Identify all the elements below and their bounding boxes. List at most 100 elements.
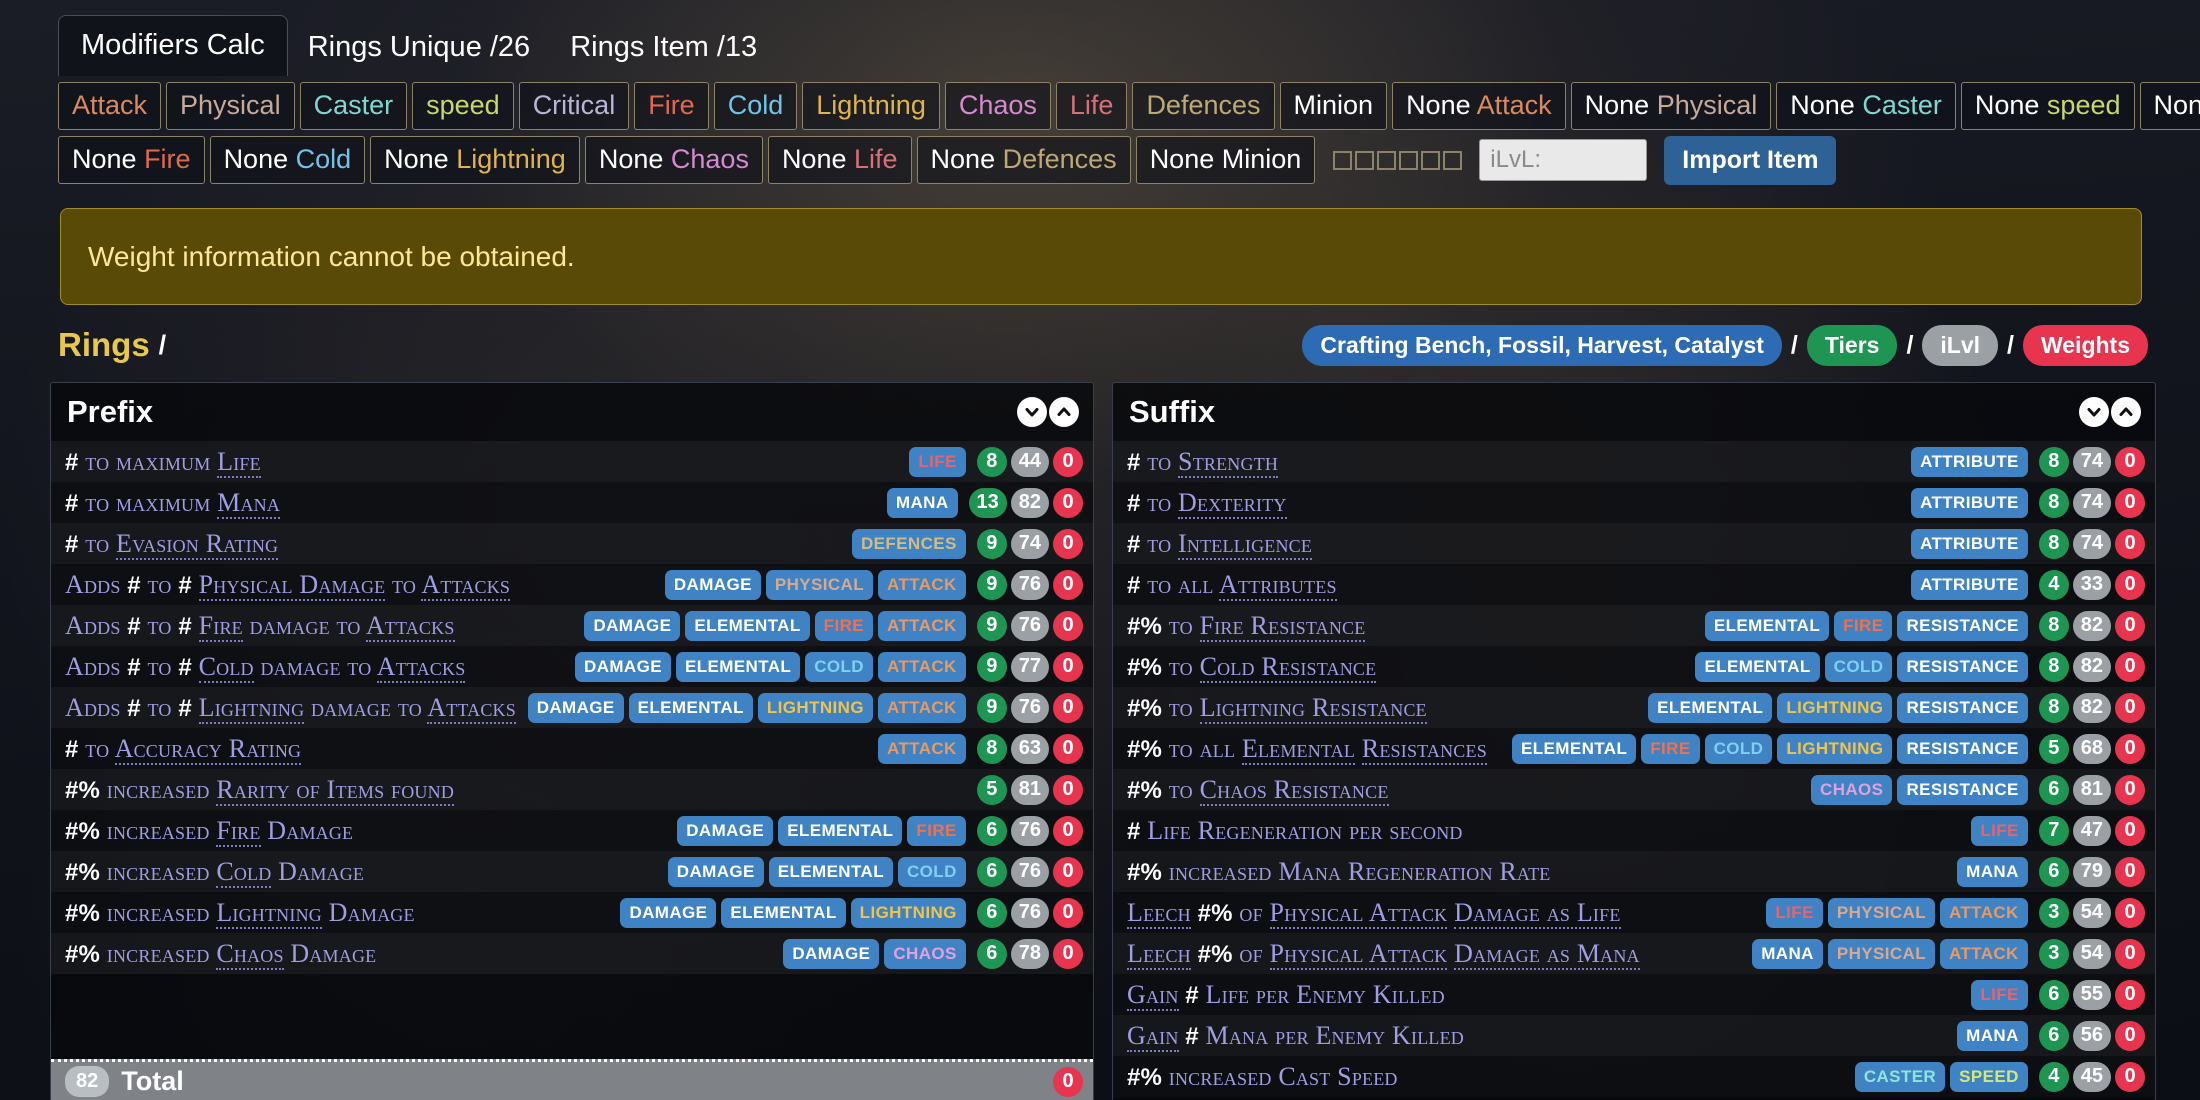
prefix-row[interactable]: Adds # to # Physical Damage to Attacks DA… [51,564,1093,605]
filter-button-7[interactable]: Lightning [802,82,940,130]
tag-attack[interactable]: ATTACK [877,692,966,723]
tag-chaos[interactable]: CHAOS [1811,774,1893,805]
tag-mana[interactable]: MANA [1957,856,2028,887]
tag-physical[interactable]: PHYSICAL [1827,897,1935,928]
tag-cold[interactable]: COLD [1704,733,1773,764]
tag-resistance[interactable]: RESISTANCE [1897,610,2028,641]
tag-fire[interactable]: FIRE [814,610,873,641]
tier-checkbox-4[interactable] [1421,150,1441,170]
tier-checkbox-2[interactable] [1377,150,1397,170]
header-pill-0[interactable]: Crafting Bench, Fossil, Harvest, Catalys… [1302,324,1782,366]
tag-damage[interactable]: DAMAGE [620,897,717,928]
suffix-row[interactable]: #% increased Cast Speed CASTER SPEED 4 45 0 [1113,1056,2155,1097]
filter-none-button-1[interactable]: None Cold [209,136,366,185]
filter-button-9[interactable]: Life [1055,82,1128,130]
tag-attribute[interactable]: ATTRIBUTE [1911,528,2028,559]
filter-button-1[interactable]: Physical [166,82,295,130]
prefix-row[interactable]: #% increased Lightning Damage DAMAGE ELEME… [51,892,1093,933]
tag-attribute[interactable]: ATTRIBUTE [1911,487,2028,518]
tag-lightning[interactable]: LIGHTNING [1777,733,1893,764]
ilvl-input[interactable] [1479,139,1648,182]
filter-none-button-4[interactable]: None Life [767,136,912,185]
filter-button-6[interactable]: Cold [713,82,798,130]
tag-cold[interactable]: COLD [805,651,873,682]
filter-button-12[interactable]: None Attack [1392,82,1566,130]
filter-button-16[interactable]: None Critical [2139,82,2200,130]
prefix-row[interactable]: # to maximum Life LIFE 8 44 0 [51,441,1093,482]
tier-checkbox-3[interactable] [1399,150,1419,170]
tag-resistance[interactable]: RESISTANCE [1897,733,2028,764]
tab-2[interactable]: Rings Item /13 [550,20,777,76]
filter-none-button-3[interactable]: None Chaos [584,136,763,185]
tag-elemental[interactable]: ELEMENTAL [721,897,846,928]
tag-caster[interactable]: CASTER [1854,1061,1946,1092]
tag-attack[interactable]: ATTACK [877,569,966,600]
suffix-row[interactable]: # to Intelligence ATTRIBUTE 8 74 0 [1113,523,2155,564]
prefix-row[interactable]: # to Evasion Rating DEFENCES 9 74 0 [51,523,1093,564]
prefix-row[interactable]: #% increased Chaos Damage DAMAGE CHAOS 6 78 0 [51,933,1093,974]
tag-mana[interactable]: MANA [1957,1020,2028,1051]
header-pill-3[interactable]: Weights [2022,324,2148,366]
tag-damage[interactable]: DAMAGE [677,815,774,846]
chevron-down-icon[interactable] [2079,397,2109,427]
filter-button-11[interactable]: Minion [1279,82,1388,130]
tag-physical[interactable]: PHYSICAL [1827,938,1935,969]
tag-attack[interactable]: ATTACK [877,610,966,641]
suffix-row[interactable]: # to Strength ATTRIBUTE 8 74 0 [1113,441,2155,482]
tag-resistance[interactable]: RESISTANCE [1897,692,2028,723]
tag-life[interactable]: LIFE [1971,979,2028,1010]
tag-attack[interactable]: ATTACK [1939,897,2028,928]
filter-button-5[interactable]: Fire [634,82,709,130]
import-item-button[interactable]: Import Item [1664,135,1837,185]
suffix-row[interactable]: Gain # Mana per Enemy Killed MANA 6 56 0 [1113,1015,2155,1056]
tag-elemental[interactable]: ELEMENTAL [1695,651,1820,682]
tag-damage[interactable]: DAMAGE [575,651,671,682]
tag-elemental[interactable]: ELEMENTAL [778,815,903,846]
tag-elemental[interactable]: ELEMENTAL [685,610,810,641]
suffix-row[interactable]: Gain # Life per Enemy Killed LIFE 6 55 0 [1113,974,2155,1015]
tag-fire[interactable]: FIRE [1834,610,1893,641]
prefix-row[interactable]: #% increased Rarity of Items found 5 81 0 [51,769,1093,810]
tag-elemental[interactable]: ELEMENTAL [628,692,753,723]
filter-none-button-5[interactable]: None Defences [916,136,1131,185]
tag-chaos[interactable]: CHAOS [884,938,966,969]
tag-attack[interactable]: ATTACK [1939,938,2028,969]
tab-0[interactable]: Modifiers Calc [58,15,288,76]
suffix-row[interactable]: Leech #% of Physical Attack Damage as Li… [1113,892,2155,933]
filter-button-14[interactable]: None Caster [1776,82,1956,130]
tag-cold[interactable]: COLD [897,856,966,887]
tag-speed[interactable]: SPEED [1950,1061,2028,1092]
suffix-row[interactable]: Leech #% of Physical Attack Damage as Ma… [1113,933,2155,974]
prefix-row[interactable]: Adds # to # Lightning damage to Attacks D… [51,687,1093,728]
tag-elemental[interactable]: ELEMENTAL [675,651,801,682]
prefix-row[interactable]: #% increased Fire Damage DAMAGE ELEMENTAL F… [51,810,1093,851]
tag-elemental[interactable]: ELEMENTAL [1648,692,1773,723]
prefix-row[interactable]: Adds # to # Cold damage to Attacks DAMAGE… [51,646,1093,687]
tag-mana[interactable]: MANA [886,487,958,518]
header-pill-2[interactable]: iLvl [1922,324,1999,366]
tier-checkbox-1[interactable] [1355,150,1375,170]
tag-damage[interactable]: DAMAGE [783,938,880,969]
tier-checkbox-0[interactable] [1333,150,1353,170]
tag-damage[interactable]: DAMAGE [527,692,624,723]
tag-mana[interactable]: MANA [1752,938,1823,969]
tag-resistance[interactable]: RESISTANCE [1897,651,2028,682]
suffix-row[interactable]: #% to Fire Resistance ELEMENTAL FIRE RESIST… [1113,605,2155,646]
prefix-row[interactable]: # to maximum Mana MANA 13 82 0 [51,482,1093,523]
prefix-row[interactable]: #% increased Cold Damage DAMAGE ELEMENTAL C… [51,851,1093,892]
suffix-row[interactable]: #% to all Elemental Resistances ELEMENTAL… [1113,728,2155,769]
suffix-row[interactable]: #% to Cold Resistance ELEMENTAL COLD RESIST… [1113,646,2155,687]
tag-fire[interactable]: FIRE [907,815,966,846]
suffix-row[interactable]: #% to Chaos Resistance CHAOS RESISTANCE 6 81… [1113,769,2155,810]
tag-lightning[interactable]: LIGHTNING [1777,692,1893,723]
tab-1[interactable]: Rings Unique /26 [288,20,550,76]
tag-elemental[interactable]: ELEMENTAL [768,856,893,887]
filter-button-10[interactable]: Defences [1132,82,1275,130]
tag-damage[interactable]: DAMAGE [584,610,681,641]
tag-elemental[interactable]: ELEMENTAL [1512,733,1637,764]
tag-attack[interactable]: ATTACK [877,651,966,682]
prefix-row[interactable]: Adds # to # Fire damage to Attacks DAMAGE… [51,605,1093,646]
tag-attribute[interactable]: ATTRIBUTE [1911,569,2028,600]
tag-lightning[interactable]: LIGHTNING [757,692,873,723]
tag-lightning[interactable]: LIGHTNING [850,897,966,928]
